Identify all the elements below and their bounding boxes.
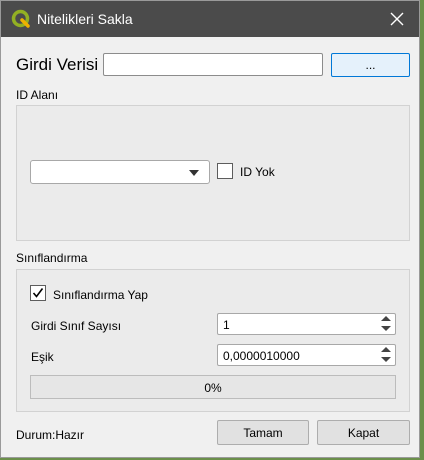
window-title: Nitelikleri Sakla <box>37 11 133 27</box>
checkmark-icon <box>32 288 44 298</box>
do-classification-label: Sınıflandırma Yap <box>53 288 148 302</box>
classification-section-label: Sınıflandırma <box>16 251 88 265</box>
close-window-button[interactable] <box>375 1 419 37</box>
title-bar[interactable]: Nitelikleri Sakla <box>1 1 419 37</box>
spin-up-icon[interactable] <box>381 347 391 352</box>
spin-arrows[interactable] <box>378 346 394 364</box>
progress-bar: 0% <box>30 375 396 399</box>
qgis-logo-icon <box>11 9 30 28</box>
status-label: Durum:Hazır <box>16 428 85 442</box>
id-field-combo[interactable] <box>30 160 210 184</box>
id-field-section-label: ID Alanı <box>16 88 59 102</box>
class-count-spinbox[interactable]: 1 <box>217 313 396 335</box>
threshold-spinbox[interactable]: 0,0000010000 <box>217 344 396 366</box>
input-data-field[interactable] <box>103 53 323 76</box>
spin-up-icon[interactable] <box>381 316 391 321</box>
class-count-value: 1 <box>223 318 230 332</box>
do-classification-checkbox[interactable] <box>30 285 46 301</box>
dialog-window: Nitelikleri Sakla Girdi Verisi ... ID Al… <box>0 0 420 458</box>
browse-button[interactable]: ... <box>331 53 410 77</box>
threshold-label: Eşik <box>31 350 54 364</box>
no-id-checkbox[interactable] <box>217 163 233 179</box>
chevron-down-icon <box>189 170 199 176</box>
ok-button[interactable]: Tamam <box>217 420 309 445</box>
progress-text: 0% <box>204 381 222 395</box>
no-id-label: ID Yok <box>240 165 275 179</box>
close-button[interactable]: Kapat <box>317 420 410 445</box>
spin-down-icon[interactable] <box>381 326 391 331</box>
spin-down-icon[interactable] <box>381 357 391 362</box>
spin-arrows[interactable] <box>378 315 394 333</box>
input-data-label: Girdi Verisi <box>16 55 99 74</box>
threshold-value: 0,0000010000 <box>223 349 300 363</box>
close-icon <box>390 12 404 26</box>
class-count-label: Girdi Sınıf Sayısı <box>31 319 122 333</box>
